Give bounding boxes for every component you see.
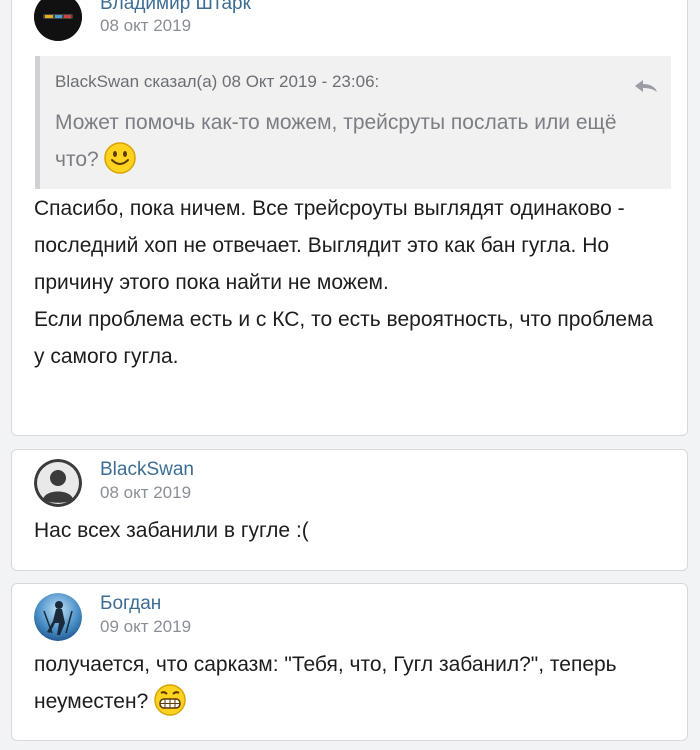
black-logo-avatar-icon xyxy=(34,0,82,41)
quote-text: Может помочь как-то можем, трейсруты пос… xyxy=(55,104,651,180)
comment-body: Нас всех забанили в гугле :( xyxy=(34,519,309,542)
avatar[interactable] xyxy=(34,0,82,41)
avatar[interactable] xyxy=(34,593,82,641)
smile-emoji-icon xyxy=(103,141,137,180)
comment-card: BlackSwan 08 окт 2019 Нас всех забанили … xyxy=(11,449,688,571)
skier-photo-avatar-icon xyxy=(34,593,82,641)
grin-emoji-icon xyxy=(152,683,188,721)
comment-date: 08 окт 2019 xyxy=(100,16,192,35)
comment-author[interactable]: Владимир Штарк xyxy=(100,0,251,15)
reply-arrow-icon[interactable] xyxy=(633,76,659,98)
comment-body: Спасибо, пока ничем. Все трейсроуты выгл… xyxy=(34,190,667,375)
comment-date: 09 окт 2019 xyxy=(100,617,192,636)
comment-paragraph: Если проблема есть и с КС, то есть вероя… xyxy=(34,308,654,368)
quote-block: BlackSwan сказал(а) 08 Окт 2019 - 23:06:… xyxy=(35,56,671,189)
comment-author[interactable]: Богдан xyxy=(100,593,161,615)
quote-text-content: Может помочь как-то можем, трейсруты пос… xyxy=(55,111,617,172)
default-user-avatar-icon xyxy=(34,459,82,507)
avatar[interactable] xyxy=(34,459,82,507)
comment-card: Богдан 09 окт 2019 получается, что сарка… xyxy=(11,583,688,741)
quote-header: BlackSwan сказал(а) 08 Окт 2019 - 23:06: xyxy=(55,72,380,91)
comment-body: получается, что сарказм: "Тебя, что, Гуг… xyxy=(34,646,667,721)
comment-text: получается, что сарказм: "Тебя, что, Гуг… xyxy=(34,653,617,713)
comment-card: Владимир Штарк 08 окт 2019 BlackSwan ска… xyxy=(11,0,688,436)
comment-date: 08 окт 2019 xyxy=(100,483,192,502)
comment-paragraph: Спасибо, пока ничем. Все трейсроуты выгл… xyxy=(34,197,625,294)
comment-author[interactable]: BlackSwan xyxy=(100,459,194,481)
